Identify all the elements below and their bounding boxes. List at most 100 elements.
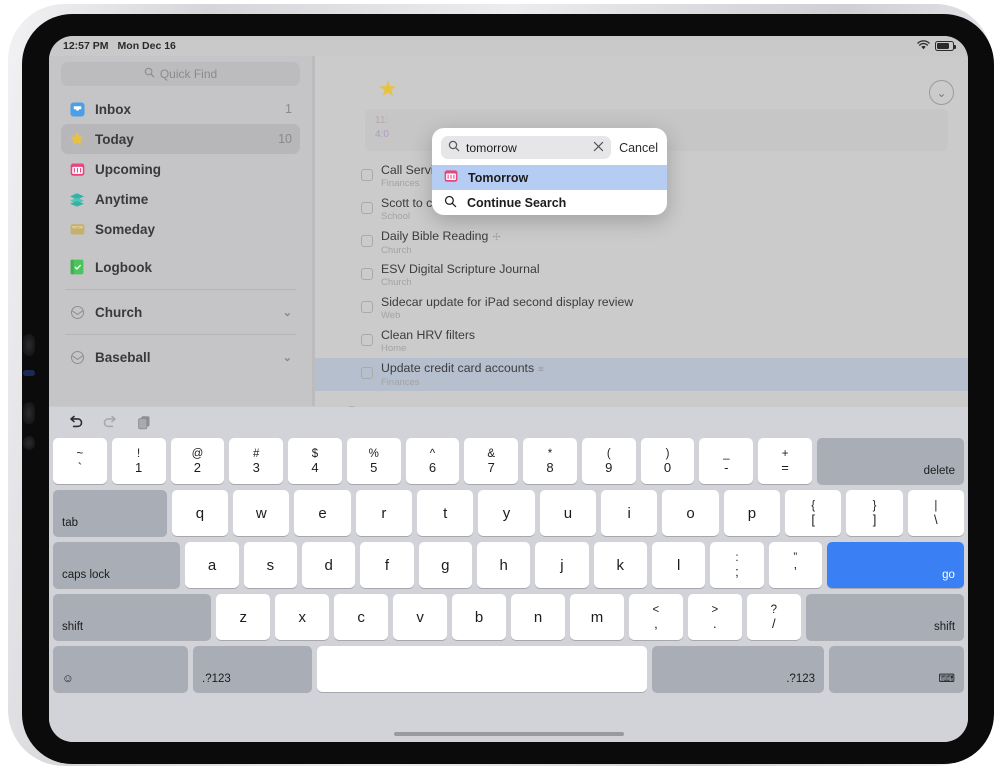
key-6[interactable]: ^ 6 (405, 438, 460, 484)
sidebar-item-label: Today (95, 131, 134, 147)
key-c[interactable]: c (334, 594, 389, 640)
key-s[interactable]: s (243, 542, 297, 588)
sidebar-item-label: Anytime (95, 191, 149, 207)
key-p[interactable]: p (723, 490, 781, 536)
volume-down-button[interactable] (23, 402, 35, 424)
search-input[interactable]: tomorrow (441, 136, 612, 159)
key-f[interactable]: f (360, 542, 414, 588)
key-9[interactable]: (9 (581, 438, 636, 484)
chevron-down-icon[interactable]: ⌄ (283, 306, 292, 319)
task-row[interactable]: Daily Bible Reading ☩ Church (315, 226, 968, 259)
collapse-button[interactable]: ⌄ (929, 80, 954, 105)
battery-icon (935, 41, 957, 51)
key-emoji[interactable]: ☺ (53, 646, 188, 692)
key-o[interactable]: o (662, 490, 719, 536)
search-icon (448, 139, 460, 157)
key-dismiss-keyboard[interactable]: ⌨ (829, 646, 965, 692)
key-u[interactable]: u (539, 490, 597, 536)
key-numbers-left[interactable]: .?123 (193, 646, 313, 692)
key-4[interactable]: $4 (288, 438, 342, 484)
search-row: tomorrow Cancel (432, 128, 667, 165)
key-v[interactable]: v (393, 594, 448, 640)
key-equals[interactable]: + = (758, 438, 812, 484)
task-checkbox[interactable] (361, 169, 373, 181)
key-k[interactable]: k (593, 542, 647, 588)
task-checkbox[interactable] (361, 334, 373, 346)
key-i[interactable]: i (601, 490, 658, 536)
key-j[interactable]: j (535, 542, 589, 588)
key-w[interactable]: w (233, 490, 290, 536)
key-d[interactable]: d (301, 542, 356, 588)
key-shift-label: | (934, 499, 938, 512)
quick-find-input[interactable]: Quick Find (61, 62, 300, 86)
key-r[interactable]: r (355, 490, 413, 536)
task-row-selected[interactable]: Update credit card accounts ≡ Finances (315, 358, 968, 391)
key-period[interactable]: >. (687, 594, 742, 640)
task-checkbox[interactable] (361, 235, 373, 247)
sidebar-item-church[interactable]: Church ⌄ (61, 297, 300, 327)
key-bracket-left[interactable]: {[ (785, 490, 842, 536)
key-1[interactable]: ! 1 (111, 438, 166, 484)
sidebar-item-logbook[interactable]: Logbook (61, 252, 300, 282)
key-slash[interactable]: ? / (746, 594, 801, 640)
volume-up-button[interactable] (23, 334, 35, 356)
key-shift-left[interactable]: shift (53, 594, 212, 640)
key-y[interactable]: y (478, 490, 535, 536)
key-go[interactable]: go (826, 542, 964, 588)
key-q[interactable]: q (171, 490, 229, 536)
key-minus[interactable]: _ - (699, 438, 754, 484)
key-backtick[interactable]: ~ ` (53, 438, 107, 484)
key-t[interactable]: t (417, 490, 474, 536)
key-z[interactable]: z (216, 594, 271, 640)
key-numbers-right[interactable]: .?123 (651, 646, 825, 692)
key-base-label: = (781, 459, 789, 475)
key-8[interactable]: * 8 (523, 438, 577, 484)
key-0[interactable]: ) 0 (640, 438, 695, 484)
undo-icon[interactable] (67, 415, 84, 430)
sidebar-item-inbox[interactable]: Inbox 1 (61, 94, 300, 124)
task-checkbox[interactable] (361, 202, 373, 214)
chevron-down-icon[interactable]: ⌄ (283, 351, 292, 364)
key-bracket-right[interactable]: }] (846, 490, 903, 536)
search-result-tomorrow[interactable]: Tomorrow (432, 165, 667, 190)
key-space[interactable] (317, 646, 647, 692)
key-b[interactable]: b (452, 594, 507, 640)
key-e[interactable]: e (294, 490, 351, 536)
key-g[interactable]: g (418, 542, 472, 588)
search-query-text: tomorrow (466, 140, 517, 155)
key-l[interactable]: l (651, 542, 706, 588)
key-3[interactable]: #3 (229, 438, 284, 484)
key-caps-lock[interactable]: caps lock (53, 542, 181, 588)
sidebar-item-baseball[interactable]: Baseball ⌄ (61, 342, 300, 372)
search-result-continue[interactable]: Continue Search (432, 190, 667, 215)
key-7[interactable]: & 7 (464, 438, 519, 484)
task-checkbox[interactable] (361, 301, 373, 313)
sidebar-item-someday[interactable]: Someday (61, 214, 300, 244)
key-backslash[interactable]: | \ (907, 490, 965, 536)
task-row[interactable]: Sidecar update for iPad second display r… (315, 292, 968, 325)
key-m[interactable]: m (569, 594, 624, 640)
task-row[interactable]: ESV Digital Scripture Journal Church (315, 259, 968, 292)
task-checkbox[interactable] (361, 268, 373, 280)
key-n[interactable]: n (511, 594, 565, 640)
close-icon[interactable] (593, 139, 604, 157)
key-tab[interactable]: tab (53, 490, 167, 536)
key-h[interactable]: h (476, 542, 531, 588)
key-a[interactable]: a (185, 542, 239, 588)
key-quote[interactable]: ”’ (768, 542, 822, 588)
task-row[interactable]: Clean HRV filters Home (315, 325, 968, 358)
sidebar-item-anytime[interactable]: Anytime (61, 184, 300, 214)
key-comma[interactable]: <, (628, 594, 683, 640)
key-delete[interactable]: delete (816, 438, 964, 484)
sidebar-item-upcoming[interactable]: Upcoming (61, 154, 300, 184)
paste-icon[interactable] (137, 415, 153, 431)
key-x[interactable]: x (275, 594, 330, 640)
sidebar-item-today[interactable]: Today 10 (61, 124, 300, 154)
task-checkbox[interactable] (361, 367, 373, 379)
key-5[interactable]: % 5 (346, 438, 401, 484)
key-2[interactable]: @2 (170, 438, 225, 484)
key-semicolon[interactable]: :; (710, 542, 764, 588)
home-indicator[interactable] (393, 732, 624, 736)
key-shift-right[interactable]: shift (805, 594, 965, 640)
cancel-button[interactable]: Cancel (619, 141, 658, 155)
